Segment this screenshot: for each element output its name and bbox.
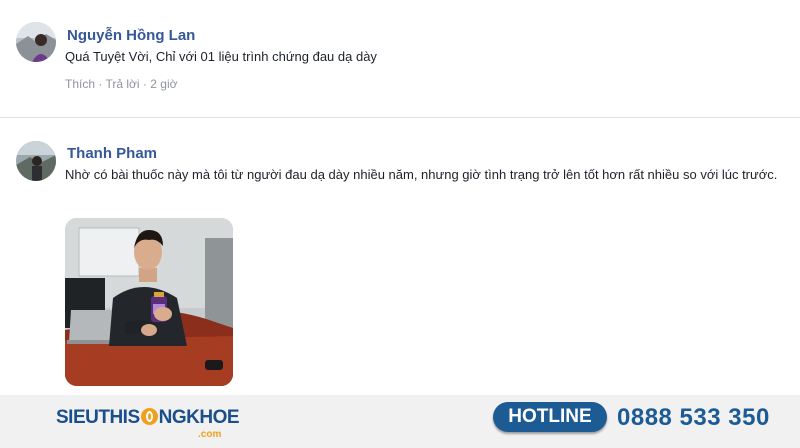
logo-domain: .com [198, 429, 222, 440]
person-with-product-photo [65, 218, 233, 386]
brand-logo[interactable]: SIEUTHIS NGKHOE [56, 407, 240, 429]
comment-photo[interactable] [65, 218, 233, 386]
logo-text-prefix: SIEUTHIS [56, 407, 140, 428]
comment-divider [0, 117, 800, 118]
comment-text: Nhờ có bài thuốc này mà tôi từ người đau… [65, 167, 778, 182]
footer-banner: SIEUTHIS NGKHOE .com HOTLINE 0888 533 350 [0, 395, 800, 448]
comment-actions: Thích · Trả lời · 2 giờ [65, 77, 177, 91]
like-link[interactable]: Thích [65, 77, 95, 91]
comment-author[interactable]: Thanh Pham [67, 145, 157, 162]
comment-author[interactable]: Nguyễn Hồng Lan [67, 27, 195, 44]
avatar[interactable] [16, 141, 56, 181]
hotline-badge[interactable]: HOTLINE [493, 402, 607, 432]
logo-o-icon [140, 408, 158, 425]
logo-text-suffix: NGKHOE [158, 407, 240, 428]
avatar-photo [16, 22, 56, 62]
avatar[interactable] [16, 22, 56, 62]
avatar-photo [16, 141, 56, 181]
hotline-number[interactable]: 0888 533 350 [617, 404, 770, 432]
comment-text: Quá Tuyệt Vời, Chỉ với 01 liệu trình chứ… [65, 49, 377, 64]
reply-link[interactable]: Trả lời [105, 77, 139, 91]
timestamp[interactable]: 2 giờ [150, 77, 177, 91]
